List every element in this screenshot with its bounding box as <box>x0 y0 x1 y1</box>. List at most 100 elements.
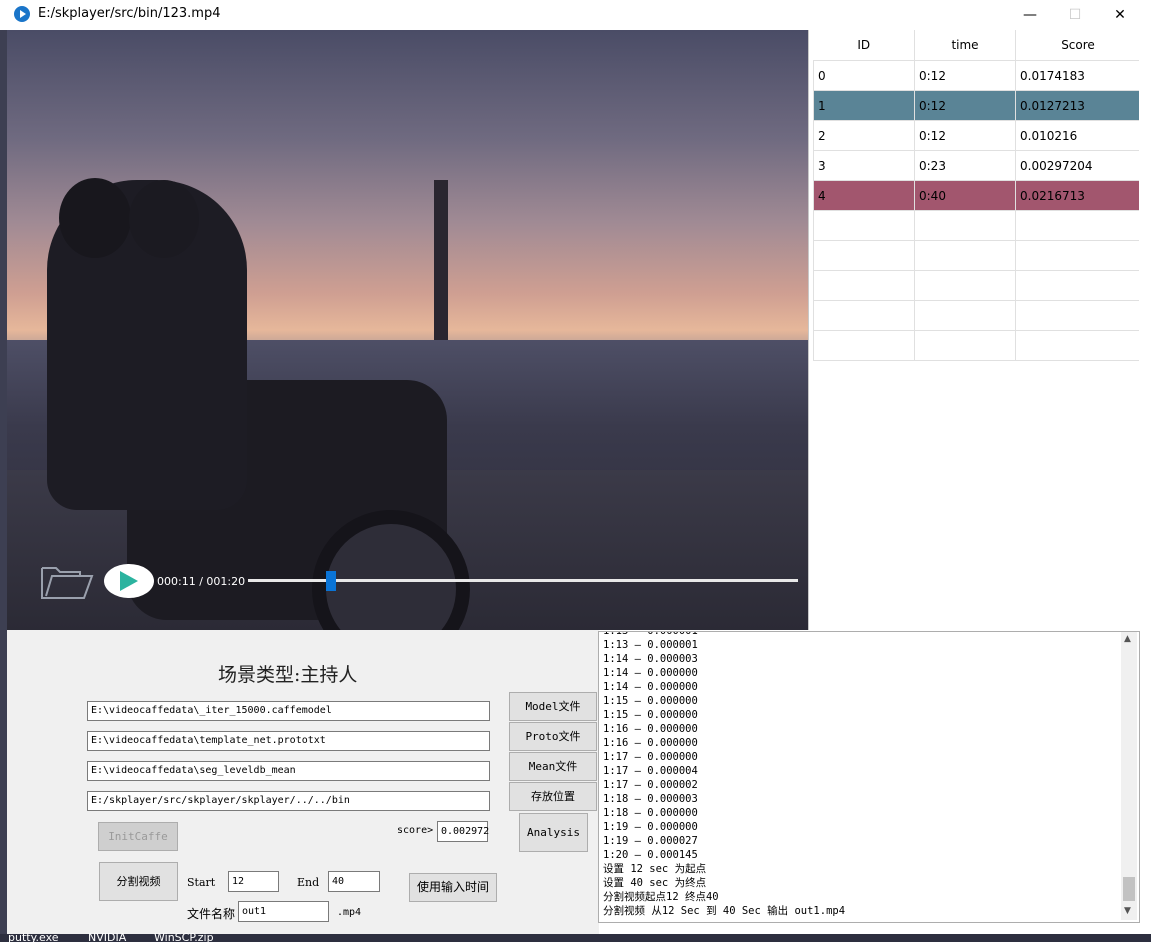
table-cell-id <box>813 210 915 241</box>
table-cell-score <box>1015 330 1141 361</box>
taskbar-item[interactable]: putty.exe <box>8 931 59 944</box>
table-cell-id: 3 <box>813 150 915 181</box>
scroll-down-icon[interactable]: ▼ <box>1124 906 1131 916</box>
log-line: 1:19 — 0.000000 <box>603 821 698 833</box>
desktop-edge <box>0 30 7 935</box>
scroll-up-icon[interactable]: ▲ <box>1124 634 1131 644</box>
app-icon <box>14 6 30 22</box>
table-cell-id <box>813 240 915 271</box>
table-row[interactable] <box>813 210 1141 241</box>
log-output[interactable]: 1:13 — 0.000001 1:13 — 0.000001 1:14 — 0.0… <box>598 631 1140 923</box>
filename-input[interactable]: out1 <box>238 901 329 922</box>
maximize-button[interactable]: ☐ <box>1052 0 1098 30</box>
title-bar: E:/skplayer/src/bin/123.mp4 — ☐ ✕ <box>0 0 1151 30</box>
table-row[interactable]: 0 0:12 0.0174183 <box>813 60 1141 91</box>
taskbar-item[interactable]: NVIDIA <box>88 931 126 944</box>
proto-file-button[interactable]: Proto文件 <box>509 722 597 751</box>
table-row[interactable]: 1 0:12 0.0127213 <box>813 90 1141 121</box>
end-input[interactable]: 40 <box>328 871 380 892</box>
play-icon[interactable] <box>104 564 154 598</box>
log-line: 1:16 — 0.000000 <box>603 737 698 749</box>
table-row[interactable]: 3 0:23 0.00297204 <box>813 150 1141 181</box>
start-input[interactable]: 12 <box>228 871 279 892</box>
table-row[interactable]: 4 0:40 0.0216713 <box>813 180 1141 211</box>
log-line: 1:18 — 0.000000 <box>603 807 698 819</box>
log-line: 1:14 — 0.000000 <box>603 681 698 693</box>
table-row[interactable] <box>813 270 1141 301</box>
table-header-row: ID time Score <box>813 30 1141 61</box>
table-cell-time <box>914 300 1016 331</box>
video-tree <box>434 180 448 340</box>
table-cell-score <box>1015 210 1141 241</box>
table-row[interactable] <box>813 300 1141 331</box>
window-title: E:/skplayer/src/bin/123.mp4 <box>38 6 221 21</box>
time-display: 000:11 / 001:20 <box>157 575 246 588</box>
filename-label: 文件名称 <box>187 907 236 921</box>
log-line: 设置 40 sec 为终点 <box>603 877 707 889</box>
log-line: 1:17 — 0.000004 <box>603 765 698 777</box>
table-cell-score: 0.0127213 <box>1015 90 1141 121</box>
model-file-button[interactable]: Model文件 <box>509 692 597 721</box>
log-line: 分割视频 从12 Sec 到 40 Sec 输出 out1.mp4 <box>603 905 846 917</box>
table-cell-id <box>813 300 915 331</box>
table-cell-id: 4 <box>813 180 915 211</box>
log-line: 1:19 — 0.000027 <box>603 835 698 847</box>
column-header-id[interactable]: ID <box>813 30 915 61</box>
log-line: 1:14 — 0.000003 <box>603 653 698 665</box>
video-surface[interactable]: 000:11 / 001:20 <box>7 30 808 630</box>
minimize-button[interactable]: — <box>1007 0 1053 30</box>
right-edge <box>1139 30 1151 930</box>
use-input-time-button[interactable]: 使用输入时间 <box>409 873 497 902</box>
table-cell-score <box>1015 300 1141 331</box>
video-helmet <box>59 178 131 258</box>
table-cell-score: 0.0216713 <box>1015 180 1141 211</box>
extension-label: .mp4 <box>337 907 362 918</box>
table-cell-id: 2 <box>813 120 915 151</box>
open-folder-icon[interactable] <box>40 562 94 600</box>
table-cell-id <box>813 330 915 361</box>
proto-path-field[interactable]: E:\videocaffedata\template_net.prototxt <box>87 731 490 751</box>
taskbar-item[interactable]: WinSCP.zip <box>154 931 214 944</box>
store-location-button[interactable]: 存放位置 <box>509 782 597 811</box>
score-label: score> <box>397 825 434 836</box>
log-line: 1:13 — 0.000001 <box>603 639 698 651</box>
log-scrollbar[interactable]: ▲ ▼ <box>1121 632 1137 920</box>
log-line: 设置 12 sec 为起点 <box>603 863 707 875</box>
scene-type-label: 场景类型:主持人 <box>218 664 358 686</box>
start-label: Start <box>187 876 216 889</box>
table-row[interactable]: 2 0:12 0.010216 <box>813 120 1141 151</box>
store-path-field[interactable]: E:/skplayer/src/skplayer/skplayer/../../… <box>87 791 490 811</box>
model-path-field[interactable]: E:\videocaffedata\_iter_15000.caffemodel <box>87 701 490 721</box>
column-header-score[interactable]: Score <box>1015 30 1141 61</box>
table-cell-time: 0:23 <box>914 150 1016 181</box>
table-cell-time: 0:12 <box>914 60 1016 91</box>
mean-path-field[interactable]: E:\videocaffedata\seg_leveldb_mean <box>87 761 490 781</box>
table-cell-score <box>1015 270 1141 301</box>
log-line: 1:18 — 0.000003 <box>603 793 698 805</box>
table-cell-time <box>914 270 1016 301</box>
table-cell-time: 0:40 <box>914 180 1016 211</box>
analysis-button[interactable]: Analysis <box>519 813 588 852</box>
init-caffe-button[interactable]: InitCaffe <box>98 822 178 851</box>
log-line: 1:20 — 0.000145 <box>603 849 698 861</box>
close-button[interactable]: ✕ <box>1097 0 1143 30</box>
video-helmet <box>129 180 199 258</box>
control-panel: 场景类型:主持人 E:\videocaffedata\_iter_15000.c… <box>7 630 599 934</box>
split-video-button[interactable]: 分割视频 <box>99 862 178 901</box>
table-cell-time <box>914 210 1016 241</box>
score-threshold-input[interactable]: 0.002972 <box>437 821 489 842</box>
log-line: 1:15 — 0.000000 <box>603 709 698 721</box>
log-line: 1:17 — 0.000002 <box>603 779 698 791</box>
seek-handle[interactable] <box>325 571 336 591</box>
table-row[interactable] <box>813 240 1141 271</box>
table-cell-score: 0.00297204 <box>1015 150 1141 181</box>
table-cell-id <box>813 270 915 301</box>
table-row[interactable] <box>813 330 1141 361</box>
score-table-pane: ID time Score 0 0:12 0.0174183 1 0:12 0.01272… <box>808 30 1141 630</box>
log-scroll-thumb[interactable] <box>1123 877 1135 901</box>
table-cell-time <box>914 240 1016 271</box>
table-cell-time: 0:12 <box>914 120 1016 151</box>
column-header-time[interactable]: time <box>914 30 1016 61</box>
log-line: 1:16 — 0.000000 <box>603 723 698 735</box>
mean-file-button[interactable]: Mean文件 <box>509 752 597 781</box>
